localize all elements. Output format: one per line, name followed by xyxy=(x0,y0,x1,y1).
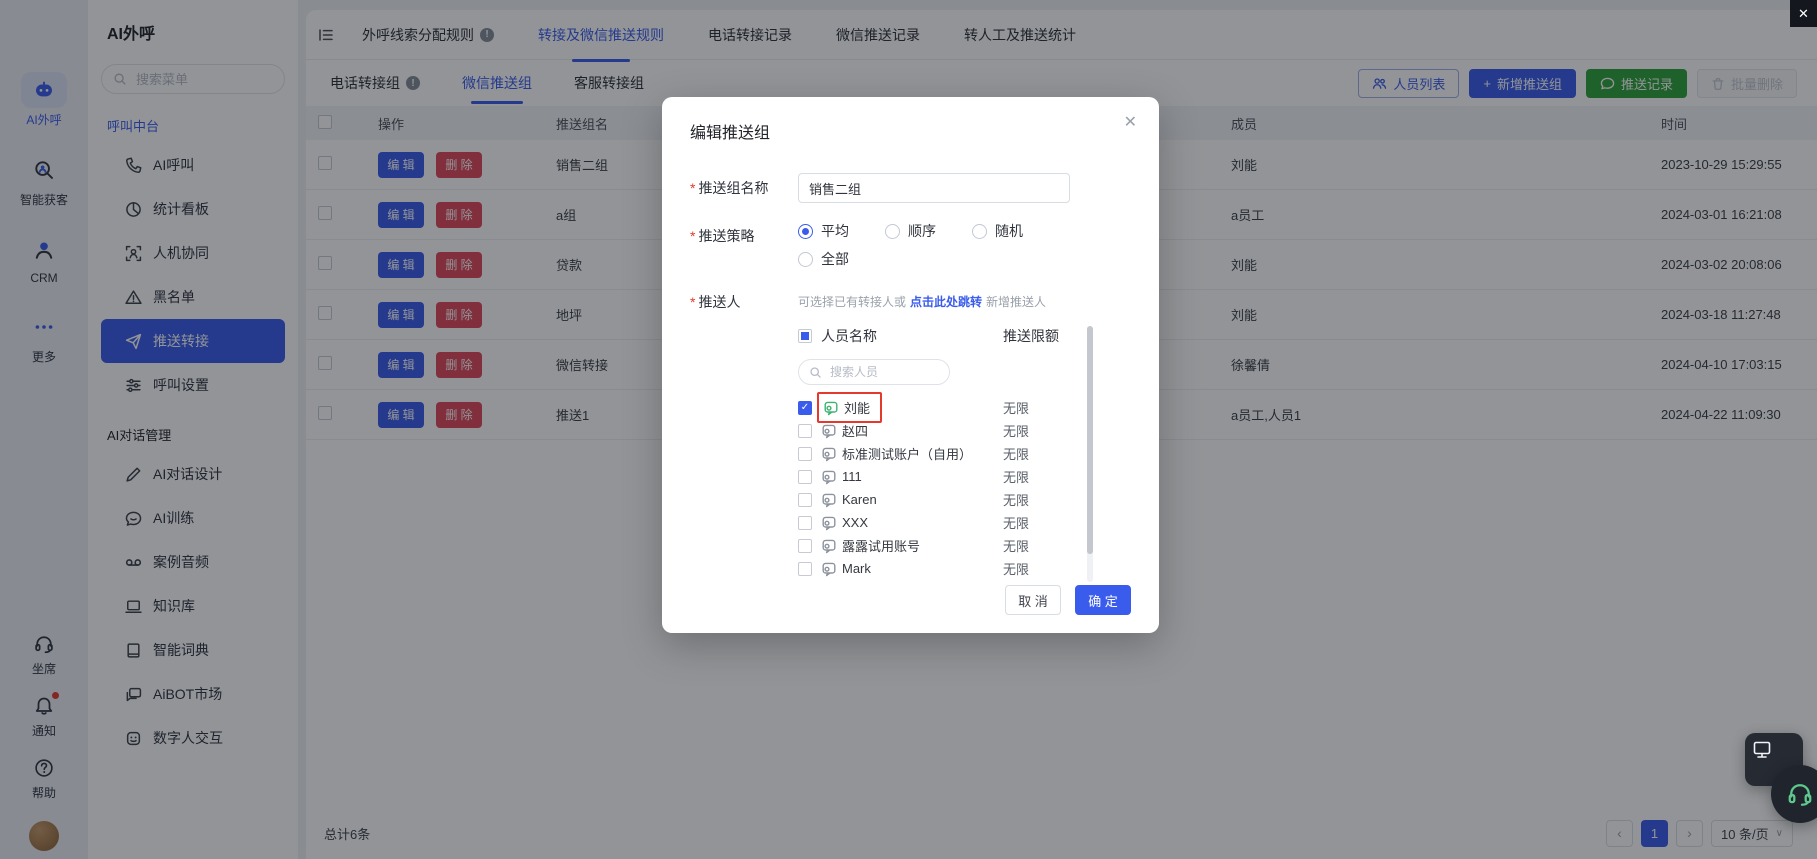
member-checkbox[interactable] xyxy=(798,562,812,576)
member-checkbox[interactable] xyxy=(798,401,812,415)
app-root: AI外呼 智能获客 CRM 更多 坐席 xyxy=(0,0,1817,859)
form-row-strategy: *推送策略 平均 顺序 随机 xyxy=(690,221,1131,269)
member-limit: 无限 xyxy=(1003,467,1029,486)
member-name[interactable]: XXX xyxy=(842,515,868,530)
name-column-header: 人员名称 xyxy=(821,326,877,346)
wechat-account-icon xyxy=(821,446,837,462)
member-limit: 无限 xyxy=(1003,513,1029,532)
wechat-account-icon xyxy=(821,469,837,485)
cancel-button[interactable]: 取 消 xyxy=(1005,585,1061,615)
member-limit: 无限 xyxy=(1003,536,1029,555)
member-checkbox[interactable] xyxy=(798,424,812,438)
field-label: *推送组名称 xyxy=(690,173,798,203)
confirm-button[interactable]: 确 定 xyxy=(1075,585,1131,615)
window-close-button[interactable]: ✕ xyxy=(1790,0,1817,27)
member-search-input[interactable] xyxy=(828,364,939,380)
member-panel: 人员名称 推送限额 刘能 xyxy=(798,326,1098,580)
modal-footer: 取 消 确 定 xyxy=(1005,585,1131,615)
member-checkbox[interactable] xyxy=(798,516,812,530)
field-label: *推送人 xyxy=(690,287,798,580)
required-asterisk: * xyxy=(690,180,695,196)
wechat-account-icon xyxy=(821,423,837,439)
member-row: Karen 无限 xyxy=(798,488,1098,511)
pusher-hint: 可选择已有转接人或点击此处跳转新增推送人 xyxy=(798,287,1131,310)
member-limit: 无限 xyxy=(1003,398,1029,417)
radio-selected-icon xyxy=(798,224,813,239)
edit-push-group-modal: ✕ 编辑推送组 *推送组名称 *推送策略 平均 xyxy=(662,97,1159,633)
member-search[interactable] xyxy=(798,359,950,385)
field-label: *推送策略 xyxy=(690,221,798,269)
highlight-annotation: 刘能 xyxy=(817,392,882,423)
member-name[interactable]: Mark xyxy=(842,561,871,576)
scrollbar-thumb[interactable] xyxy=(1087,326,1093,554)
member-list: 刘能 无限 赵四 无限 标准测试账 xyxy=(798,396,1098,580)
radio-average[interactable]: 平均 xyxy=(798,221,885,241)
mini-screen-icon xyxy=(1753,741,1775,759)
member-name[interactable]: Karen xyxy=(842,492,877,507)
member-list-scrollbar[interactable] xyxy=(1087,326,1093,582)
member-row: 露露试用账号 无限 xyxy=(798,534,1098,557)
select-all-members-checkbox[interactable] xyxy=(798,329,812,343)
member-row: 标准测试账户（自用） 无限 xyxy=(798,442,1098,465)
member-row: Mark 无限 xyxy=(798,557,1098,580)
wechat-account-icon xyxy=(823,400,839,416)
member-checkbox[interactable] xyxy=(798,493,812,507)
member-limit: 无限 xyxy=(1003,444,1029,463)
required-asterisk: * xyxy=(690,228,695,244)
wechat-account-icon xyxy=(821,515,837,531)
member-panel-header: 人员名称 推送限额 xyxy=(798,326,1098,346)
member-name[interactable]: 刘能 xyxy=(844,398,870,417)
group-name-input[interactable] xyxy=(798,173,1070,203)
radio-random[interactable]: 随机 xyxy=(972,221,1059,241)
headset-phone-icon xyxy=(1787,781,1813,807)
member-name[interactable]: 赵四 xyxy=(842,421,868,440)
member-row: 111 无限 xyxy=(798,465,1098,488)
member-checkbox[interactable] xyxy=(798,470,812,484)
required-asterisk: * xyxy=(690,294,695,310)
radio-icon xyxy=(972,224,987,239)
member-row: 刘能 无限 xyxy=(798,396,1098,419)
jump-link[interactable]: 点击此处跳转 xyxy=(910,295,982,309)
modal-title: 编辑推送组 xyxy=(690,119,1131,143)
radio-sequential[interactable]: 顺序 xyxy=(885,221,972,241)
wechat-account-icon xyxy=(821,561,837,577)
member-name[interactable]: 标准测试账户（自用） xyxy=(842,444,972,463)
limit-column-header: 推送限额 xyxy=(1003,326,1059,346)
member-limit: 无限 xyxy=(1003,421,1029,440)
member-checkbox[interactable] xyxy=(798,447,812,461)
member-name[interactable]: 111 xyxy=(842,469,862,484)
radio-icon xyxy=(798,252,813,267)
form-row-pushers: *推送人 可选择已有转接人或点击此处跳转新增推送人 人员名称 推送限额 xyxy=(690,287,1131,580)
member-name[interactable]: 露露试用账号 xyxy=(842,536,920,555)
member-row: XXX 无限 xyxy=(798,511,1098,534)
wechat-account-icon xyxy=(821,492,837,508)
member-limit: 无限 xyxy=(1003,559,1029,578)
form-row-group-name: *推送组名称 xyxy=(690,173,1131,203)
member-checkbox[interactable] xyxy=(798,539,812,553)
radio-all[interactable]: 全部 xyxy=(798,249,885,269)
modal-close-icon[interactable]: ✕ xyxy=(1124,115,1137,131)
radio-icon xyxy=(885,224,900,239)
wechat-account-icon xyxy=(821,538,837,554)
member-limit: 无限 xyxy=(1003,490,1029,509)
search-icon xyxy=(809,366,822,379)
